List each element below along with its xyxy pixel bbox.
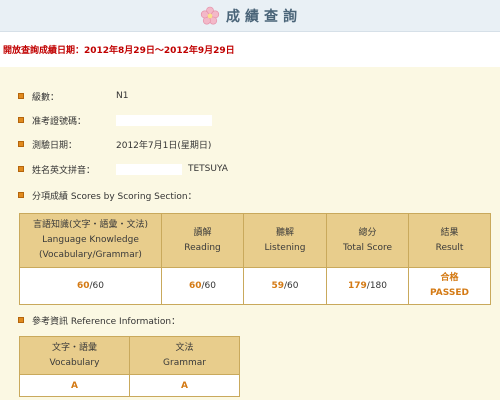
bullet-icon [18,192,24,198]
name-value: TETSUYA [188,164,228,174]
score-max: /60 [284,281,299,291]
column-vocabulary: 文字・語彙 Vocabulary [19,336,130,375]
column-label-zh: 總分 [358,227,377,238]
bullet-icon [18,93,24,99]
column-label-en-sub: (Vocabulary/Grammar) [39,250,142,260]
column-total-score: 總分 Total Score [326,213,409,268]
grammar-grade: A [129,374,240,397]
score-max: /60 [89,281,104,291]
admission-label: 准考證號碼： [32,116,87,127]
bullet-icon [18,166,24,172]
score-value: 60 [188,281,202,291]
total-score: 179/180 [326,267,409,305]
column-label-en: Reading [184,242,221,253]
reference-grade-row: A A [19,374,240,397]
name-redacted [116,163,182,175]
scores-table: 言語知識(文字・語彙・文法) Language Knowledge (Vocab… [19,213,491,305]
scores-heading-row: 分項成績 Scores by Scoring Section： [18,188,197,202]
column-label-en: Language Knowledge [42,235,139,245]
column-language-knowledge: 言語知識(文字・語彙・文法) Language Knowledge (Vocab… [19,213,162,268]
admission-row: 准考證號碼： [18,113,212,127]
name-row: 姓名英文拼音： TETSUYA [18,162,228,176]
result-cell: 合格 PASSED [408,267,491,305]
result-zh: 合格 [440,273,459,283]
cherry-blossom-icon [200,6,220,25]
language-knowledge-score: 60/60 [19,267,162,305]
column-listening: 聽解 Listening [243,213,327,268]
bullet-icon [18,117,24,123]
bullet-icon [18,317,24,323]
column-label-zh: 文法 [175,342,194,353]
column-label-en: Listening [264,242,306,253]
name-label: 姓名英文拼音： [32,165,96,176]
grade-value: A [71,380,78,391]
scores-value-row: 60/60 60/60 59/60 179/180 合格 PASSED [19,267,491,305]
score-max: /180 [366,281,387,291]
reference-heading: 參考資訊 Reference Information： [32,316,181,327]
column-label-en: Grammar [163,357,206,368]
vocabulary-grade: A [19,374,130,397]
reference-heading-row: 參考資訊 Reference Information： [18,313,180,327]
column-label-en: Result [435,242,464,253]
column-label-en: Vocabulary [49,357,100,368]
column-label-zh: 結果 [440,227,459,238]
header-title-group: 成績查詢 [200,5,302,27]
column-label-zh: 聽解 [275,227,294,238]
score-max: /60 [201,281,216,291]
reading-score: 60/60 [161,267,244,305]
listening-score: 59/60 [243,267,327,305]
level-label: 級數： [32,92,60,103]
column-label-zh: 讀解 [193,227,212,238]
score-value: 60 [76,281,90,291]
grade-value: A [181,380,188,391]
column-reading: 讀解 Reading [161,213,244,268]
column-grammar: 文法 Grammar [129,336,240,375]
reference-table: 文字・語彙 Vocabulary 文法 Grammar A A [19,336,240,397]
level-row: 級數： N1 [18,89,128,103]
page-title: 成績查詢 [226,9,302,25]
page-header: 成績查詢 [0,0,500,32]
column-label-zh: 言語知識(文字・語彙・文法) [32,220,149,230]
score-value: 59 [271,281,285,291]
query-period-text: 開放查詢成績日期：2012年8月29日～2012年9月29日 [3,46,235,56]
test-date-value: 2012年7月1日(星期日) [116,140,212,151]
result-en: PASSED [430,288,469,298]
level-value: N1 [116,91,129,101]
test-date-row: 測驗日期： 2012年7月1日(星期日) [18,137,211,151]
bullet-icon [18,141,24,147]
test-date-label: 測驗日期： [32,140,78,151]
reference-header-row: 文字・語彙 Vocabulary 文法 Grammar [19,336,240,375]
scores-header-row: 言語知識(文字・語彙・文法) Language Knowledge (Vocab… [19,213,491,268]
column-label-en: Total Score [342,242,393,253]
column-result: 結果 Result [408,213,491,268]
admission-number-redacted [116,114,212,126]
scores-heading: 分項成績 Scores by Scoring Section： [32,191,197,202]
score-value: 179 [347,281,367,291]
column-label-zh: 文字・語彙 [51,342,97,353]
